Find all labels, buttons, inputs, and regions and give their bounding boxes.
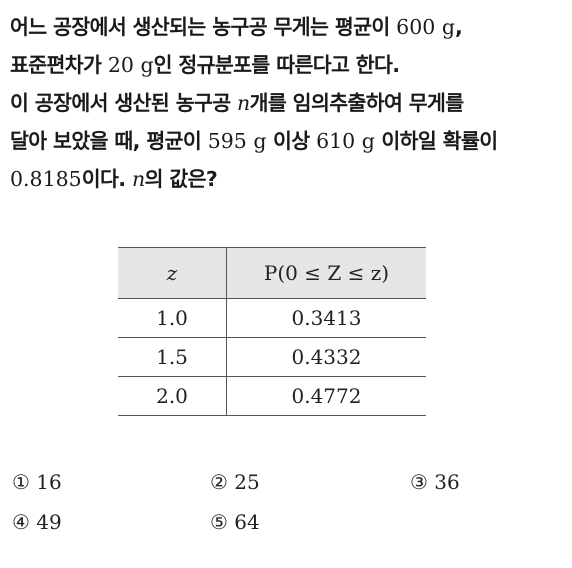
table-row: 1.5 0.4332 (118, 337, 426, 377)
table-cell-z: 1.5 (118, 337, 227, 377)
problem-number: 610 g (316, 129, 375, 153)
problem-text: 어느 공장에서 생산되는 농구공 무게는 평균이 (10, 15, 397, 39)
standard-normal-table: z P(0 ≤ Z ≤ z) 1.0 0.3413 1.5 0.4332 2.0… (118, 247, 426, 416)
problem-text: 의 값은? (144, 167, 218, 191)
table-cell-z: 2.0 (118, 376, 227, 416)
problem-text: 이하일 확률이 (374, 129, 498, 153)
choice-5[interactable]: ⑤ 64 (210, 510, 260, 534)
problem-line: 표준편차가 20 g인 정규분포를 따른다고 한다. (10, 46, 566, 84)
table-cell-z: 1.0 (118, 298, 227, 338)
column-header-probability: P(0 ≤ Z ≤ z) (226, 247, 426, 299)
problem-number: 0.8185 (10, 167, 82, 191)
table-row: 1.0 0.3413 (118, 298, 426, 338)
problem-text: 이다. (81, 167, 132, 191)
choice-4[interactable]: ④ 49 (12, 510, 62, 534)
table-cell-probability: 0.4772 (226, 376, 426, 416)
choice-1[interactable]: ① 16 (12, 470, 62, 494)
problem-line: 0.8185이다. n의 값은? (10, 160, 566, 198)
problem-statement: 어느 공장에서 생산되는 농구공 무게는 평균이 600 g, 표준편차가 20… (10, 8, 566, 198)
column-header-z: z (118, 247, 227, 299)
table-header-row: z P(0 ≤ Z ≤ z) (118, 247, 426, 299)
problem-text: , (454, 15, 463, 39)
problem-text: 인 정규분포를 따른다고 한다. (153, 53, 401, 77)
problem-number: 600 g (396, 15, 455, 39)
problem-line: 어느 공장에서 생산되는 농구공 무게는 평균이 600 g, (10, 8, 566, 46)
problem-line: 이 공장에서 생산된 농구공 n개를 임의추출하여 무게를 (10, 84, 566, 122)
problem-number: 20 g (107, 53, 154, 77)
table-cell-probability: 0.4332 (226, 337, 426, 377)
problem-line: 달아 보았을 때, 평균이 595 g 이상 610 g 이하일 확률이 (10, 122, 566, 160)
problem-number: 595 g (207, 129, 267, 153)
problem-text: 달아 보았을 때, 평균이 (10, 129, 208, 153)
problem-variable: n (131, 167, 145, 191)
table-row: 2.0 0.4772 (118, 376, 426, 416)
problem-variable: n (237, 91, 250, 115)
problem-text: 이상 (266, 129, 317, 153)
problem-text: 표준편차가 (10, 53, 108, 77)
problem-text: 개를 임의추출하여 무게를 (249, 91, 465, 115)
choice-3[interactable]: ③ 36 (410, 470, 460, 494)
table-cell-probability: 0.3413 (226, 298, 426, 338)
choice-2[interactable]: ② 25 (210, 470, 260, 494)
problem-text: 이 공장에서 생산된 농구공 (10, 91, 238, 115)
